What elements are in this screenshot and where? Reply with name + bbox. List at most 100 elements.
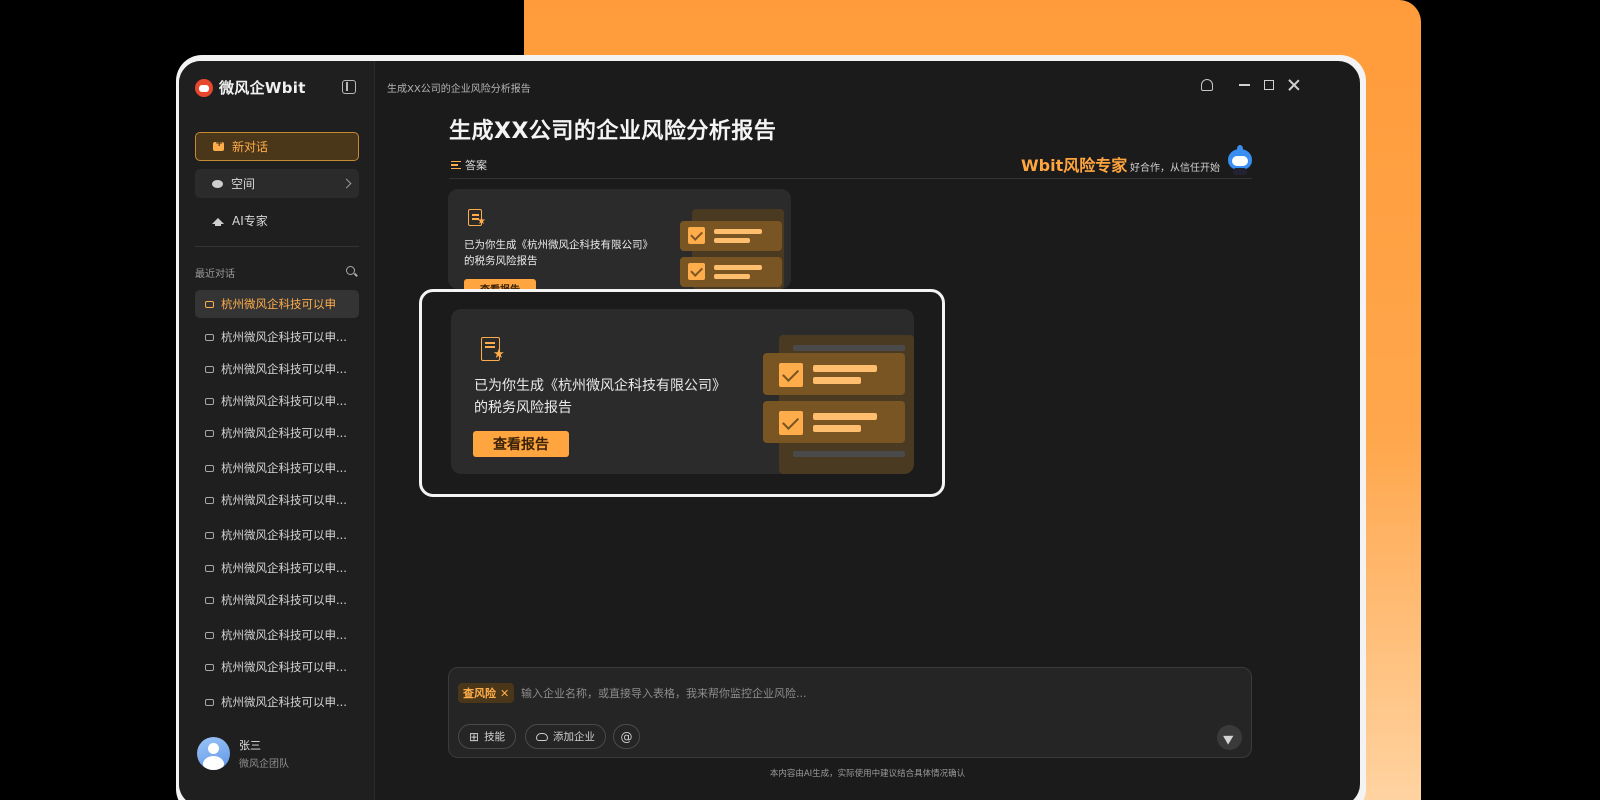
list-item-label: 杭州微风企科技可以申... [221,394,347,408]
report-card: ★ 已为你生成《杭州微风企科技有限公司》 的税务风险报告 查看报告 [448,189,791,289]
checklist-illustration [678,207,791,289]
close-icon[interactable]: ✕ [500,687,509,700]
chat-bubble-icon [205,464,214,472]
sidebar-item-label: 空间 [231,177,256,191]
list-item-label: 杭州微风企科技可以申... [221,660,347,674]
expert-slogan: 好合作，从信任开始 [1130,163,1220,174]
bell-icon[interactable] [1201,79,1213,91]
tab-answer-label: 答案 [465,159,487,172]
user-name: 张三 [239,739,261,752]
chat-bubble-icon [205,300,214,308]
list-item[interactable]: 杭州微风企科技可以申... [195,486,359,514]
list-item-label: 杭州微风企科技可以申... [221,593,347,607]
brand-name: 微风企Wbit [219,79,306,97]
skills-label: 技能 [484,731,506,743]
view-report-button[interactable]: 查看报告 [473,431,569,457]
list-item-label: 杭州微风企科技可以申... [221,330,347,344]
report-card-line2: 的税务风险报告 [474,400,572,416]
expert-name: Wbit风险专家 [1021,156,1128,175]
prompt-input[interactable] [521,684,1121,702]
report-card-text: 已为你生成《杭州微风企科技有限公司》 的税务风险报告 [474,375,726,419]
chat-bubble-icon [205,663,214,671]
report-card-line1: 已为你生成《杭州微风企科技有限公司》 [464,239,653,251]
tab-answer[interactable]: 答案 [451,157,487,173]
star-icon: ★ [477,216,486,227]
list-item[interactable]: 杭州微风企科技可以申... [195,521,359,549]
layers-icon [212,179,223,188]
close-icon[interactable] [1288,79,1300,91]
chat-bubble-icon [205,365,214,373]
list-item-label: 杭州微风企科技可以申... [221,493,347,507]
list-item-label: 杭州微风企科技可以申... [221,561,347,575]
chat-bubble-icon [205,333,214,341]
list-item-label: 杭州微风企科技可以申... [221,528,347,542]
recent-chats-label: 最近对话 [195,269,235,280]
grid-icon: ⊞ [469,729,480,744]
list-item[interactable]: 杭州微风企科技可以申... [195,387,359,415]
page-title: 生成XX公司的企业风险分析报告 [449,119,777,144]
chat-bubble-icon [205,698,214,706]
view-report-button[interactable]: 查看报告 [464,279,536,289]
list-item[interactable]: 杭州微风企科技可以申... [195,554,359,582]
list-item[interactable]: 杭州微风企科技可以申... [195,688,359,716]
chat-bubble-icon [205,429,214,437]
mascot-icon [1227,145,1253,175]
sidebar-collapse-icon[interactable] [342,80,356,94]
report-card-line1: 已为你生成《杭州微风企科技有限公司》 [474,378,726,394]
list-item[interactable]: 杭州微风企科技可以申... [195,355,359,383]
window-controls [1201,79,1300,91]
chat-composer: 查风险 ✕ ⊞ 技能 添加企业 @ [448,667,1252,758]
graduation-cap-icon [212,217,224,226]
chat-bubble-icon [205,496,214,504]
list-item[interactable]: 杭州微风企科技可以申... [195,621,359,649]
add-company-label: 添加企业 [553,731,595,743]
report-card-zoomed: ★ 已为你生成《杭州微风企科技有限公司》 的税务风险报告 查看报告 [451,309,914,474]
minimize-icon[interactable] [1239,84,1250,86]
sidebar-item-ai-expert[interactable]: AI专家 [195,206,359,235]
header-divider [449,178,1252,179]
chat-bubble-icon [205,596,214,604]
cloud-upload-icon [536,732,548,741]
app-window: 微风企Wbit 新对话 空间 AI专家 最近对话 杭州微风企科技可以申杭州微风企… [179,61,1360,800]
list-item-label: 杭州微风企科技可以申... [221,628,347,642]
report-card-line2: 的税务风险报告 [464,255,538,267]
list-icon [451,161,461,169]
list-item[interactable]: 杭州微风企科技可以申... [195,323,359,351]
skills-button[interactable]: ⊞ 技能 [458,724,517,749]
star-icon: ★ [493,347,505,362]
list-item[interactable]: 杭州微风企科技可以申 [195,290,359,318]
mention-button[interactable]: @ [613,724,640,749]
list-item-label: 杭州微风企科技可以申 [221,297,336,311]
chat-bubble-icon [205,564,214,572]
recent-search-icon[interactable] [346,266,355,275]
new-chat-icon [213,138,224,151]
brand-logo-icon [195,78,213,97]
risk-tag[interactable]: 查风险 ✕ [458,683,515,703]
chat-bubble-icon [205,631,214,639]
chat-bubble-icon [205,531,214,539]
list-item-label: 杭州微风企科技可以申... [221,426,347,440]
new-chat-button[interactable]: 新对话 [195,132,359,161]
avatar [197,737,230,770]
ai-disclaimer: 本内容由AI生成，实际使用中建议结合具体情况确认 [769,769,966,779]
list-item[interactable]: 杭州微风企科技可以申... [195,454,359,482]
list-item[interactable]: 杭州微风企科技可以申... [195,586,359,614]
new-chat-label: 新对话 [232,140,269,154]
report-card-text: 已为你生成《杭州微风企科技有限公司》 的税务风险报告 [464,237,653,269]
list-item-label: 杭州微风企科技可以申... [221,461,347,475]
risk-tag-label: 查风险 [463,687,496,700]
sidebar: 微风企Wbit 新对话 空间 AI专家 最近对话 杭州微风企科技可以申杭州微风企… [179,61,375,800]
list-item-label: 杭州微风企科技可以申... [221,695,347,709]
brand: 微风企Wbit [195,77,306,98]
maximize-icon[interactable] [1264,80,1274,90]
breadcrumb: 生成XX公司的企业风险分析报告 [387,84,531,95]
chevron-right-icon [341,178,352,189]
sidebar-item-space[interactable]: 空间 [195,169,359,198]
list-item-label: 杭州微风企科技可以申... [221,362,347,376]
send-button[interactable] [1217,725,1242,750]
user-profile[interactable]: 张三 微风企团队 [197,737,289,770]
add-company-button[interactable]: 添加企业 [525,724,606,749]
list-item[interactable]: 杭州微风企科技可以申... [195,419,359,447]
list-item[interactable]: 杭州微风企科技可以申... [195,653,359,681]
chat-bubble-icon [205,397,214,405]
